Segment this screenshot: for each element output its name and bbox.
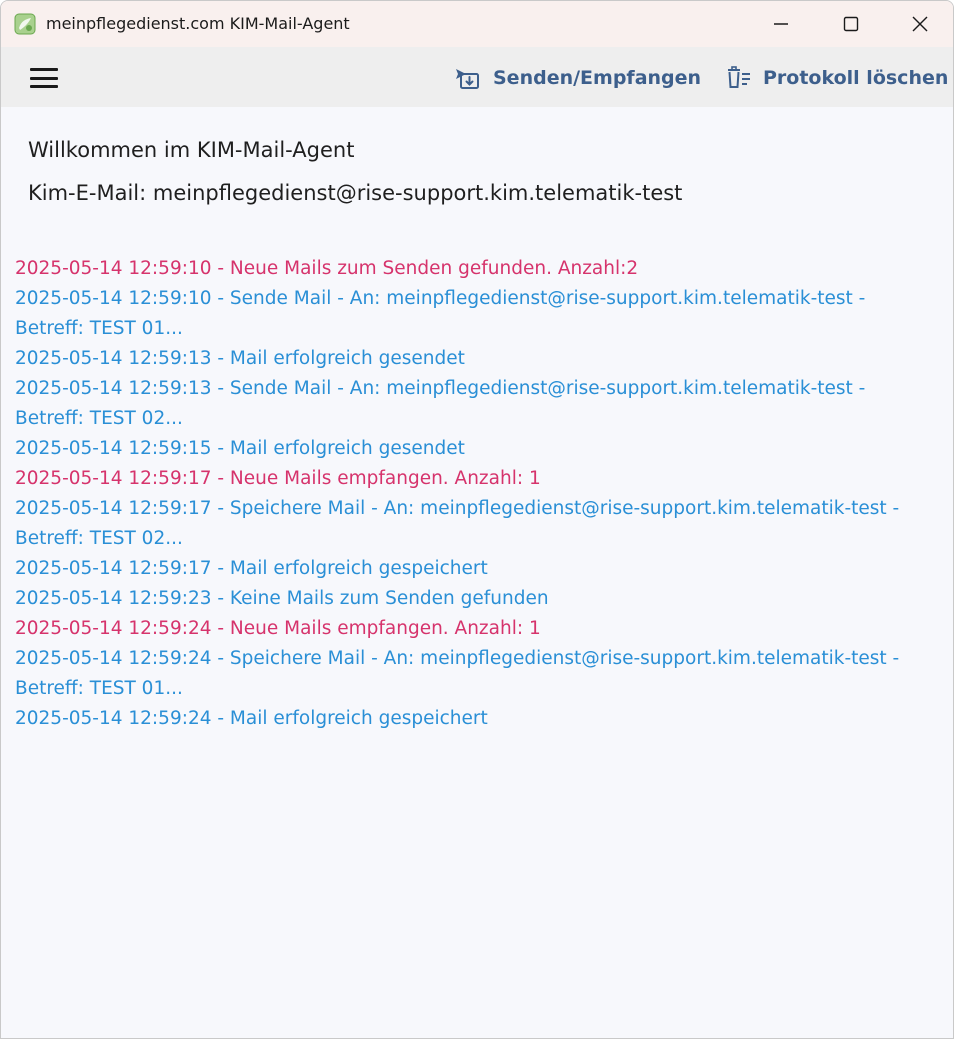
close-button[interactable]	[885, 1, 953, 47]
log-entry: 2025-05-14 12:59:17 - Mail erfolgreich g…	[15, 558, 488, 579]
kim-email-address: Kim-E-Mail: meinpflegedienst@rise-suppor…	[28, 181, 683, 205]
log-entry: 2025-05-14 12:59:15 - Mail erfolgreich g…	[15, 438, 465, 459]
log-list: 2025-05-14 12:59:10 - Neue Mails zum Sen…	[15, 254, 940, 734]
toolbar: Senden/Empfangen Protokoll löschen	[1, 47, 953, 107]
hamburger-menu-icon	[30, 68, 58, 71]
send-receive-icon	[456, 69, 479, 89]
log-entry: 2025-05-14 12:59:13 - Sende Mail - An: m…	[15, 378, 866, 429]
clear-log-label: Protokoll löschen	[763, 67, 949, 89]
log-entry: 2025-05-14 12:59:10 - Sende Mail - An: m…	[15, 288, 866, 339]
minimize-button[interactable]	[746, 1, 816, 47]
maximize-button[interactable]	[816, 1, 886, 47]
window-title: meinpflegedienst.com KIM-Mail-Agent	[46, 14, 350, 33]
title-bar: meinpflegedienst.com KIM-Mail-Agent	[1, 1, 953, 47]
send-receive-button[interactable]: Senden/Empfangen	[455, 63, 701, 93]
log-entry: 2025-05-14 12:59:24 - Neue Mails empfang…	[15, 618, 541, 639]
hamburger-line	[30, 85, 58, 88]
log-entry: 2025-05-14 12:59:24 - Mail erfolgreich g…	[15, 708, 488, 729]
log-entry: 2025-05-14 12:59:23 - Keine Mails zum Se…	[15, 588, 549, 609]
log-entry: 2025-05-14 12:59:10 - Neue Mails zum Sen…	[15, 258, 639, 279]
clear-log-button[interactable]: Protokoll löschen	[727, 63, 948, 93]
log-entry: 2025-05-14 12:59:24 - Speichere Mail - A…	[15, 648, 900, 699]
log-entry: 2025-05-14 12:59:17 - Speichere Mail - A…	[15, 498, 900, 549]
minimize-icon	[774, 23, 788, 25]
app-window: meinpflegedienst.com KIM-Mail-Agent Send…	[0, 0, 954, 1039]
main-content: Willkommen im KIM-Mail-Agent Kim-E-Mail:…	[1, 107, 953, 1038]
send-receive-label: Senden/Empfangen	[493, 67, 702, 89]
maximize-icon	[843, 16, 859, 32]
log-entry: 2025-05-14 12:59:13 - Mail erfolgreich g…	[15, 348, 465, 369]
log-entry: 2025-05-14 12:59:17 - Neue Mails empfang…	[15, 468, 541, 489]
hamburger-line	[30, 76, 58, 80]
delete-log-icon	[728, 66, 750, 88]
welcome-heading: Willkommen im KIM-Mail-Agent	[28, 138, 355, 162]
hamburger-menu-button[interactable]	[27, 65, 63, 91]
close-icon	[912, 16, 928, 32]
app-logo-icon	[14, 13, 36, 35]
